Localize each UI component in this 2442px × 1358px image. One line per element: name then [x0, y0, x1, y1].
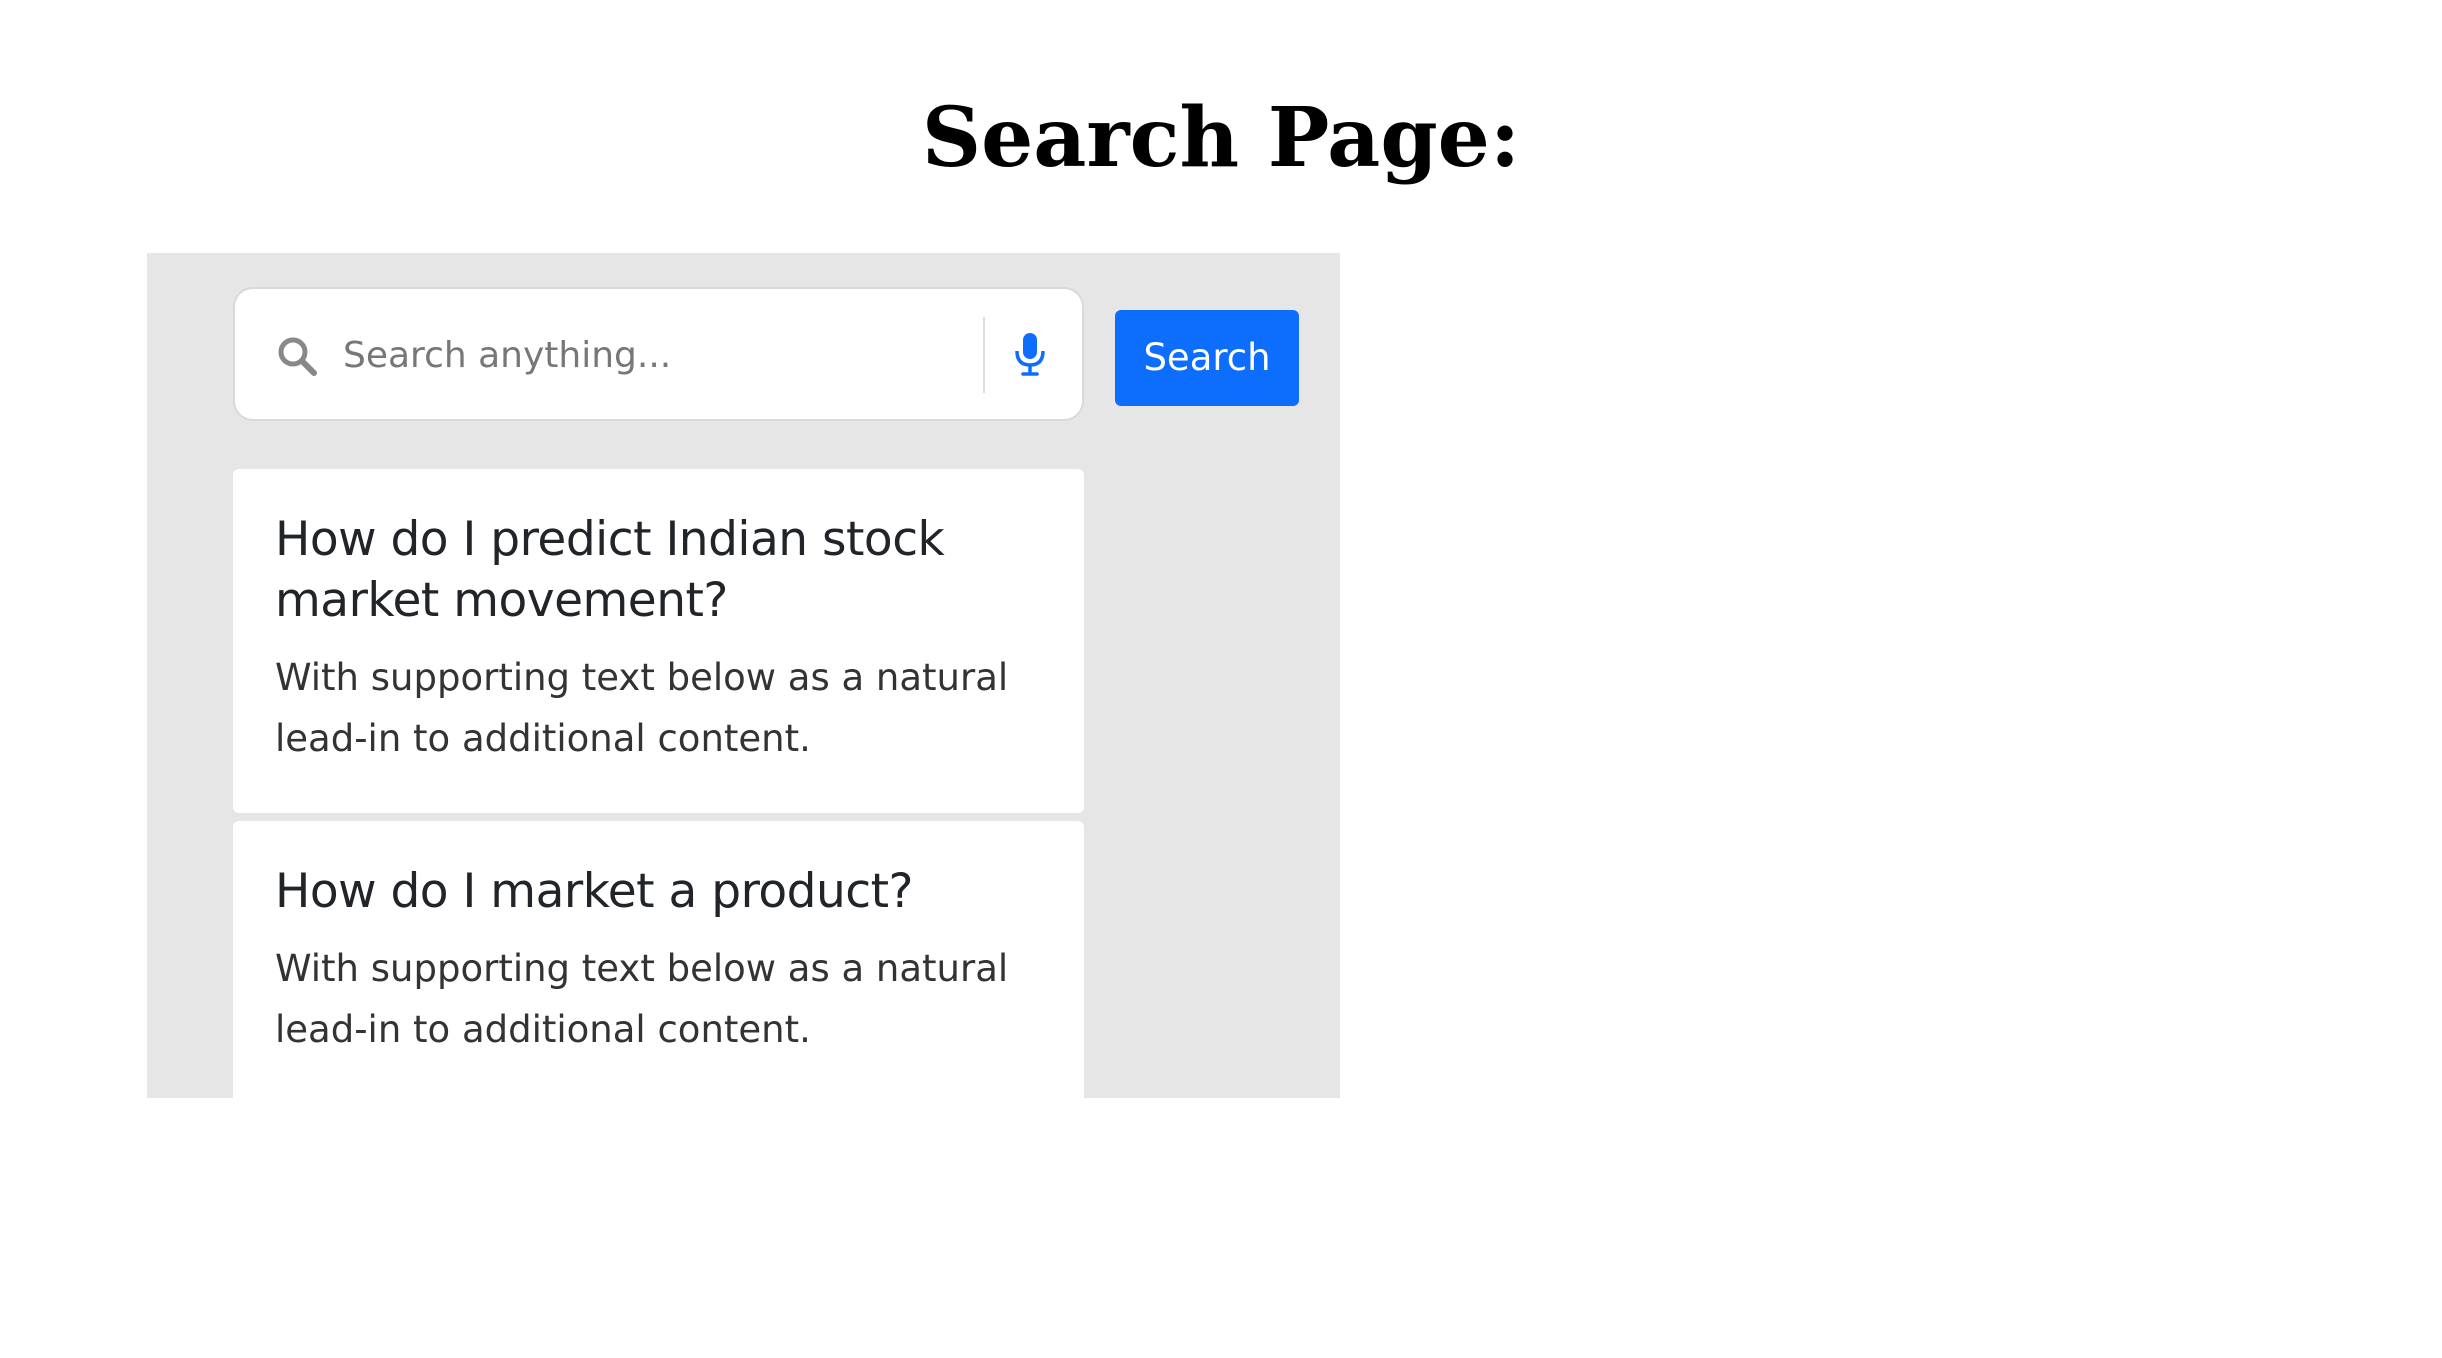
microphone-icon[interactable] [1013, 331, 1047, 377]
result-card[interactable]: How do I market a product? With supporti… [233, 821, 1084, 1098]
search-input[interactable] [343, 317, 963, 393]
search-divider [983, 317, 985, 393]
page-title: Search Page: [921, 90, 1521, 186]
search-app-screenshot: Search How do I predict Indian stock mar… [147, 253, 1340, 1098]
result-card[interactable]: How do I predict Indian stock market mov… [233, 469, 1084, 813]
search-icon [275, 334, 319, 378]
result-title[interactable]: How do I market a product? [275, 861, 1042, 922]
result-title[interactable]: How do I predict Indian stock market mov… [275, 509, 1042, 631]
result-text: With supporting text below as a natural … [275, 947, 1009, 1051]
result-text: With supporting text below as a natural … [275, 656, 1009, 760]
search-bar [233, 287, 1084, 421]
search-button[interactable]: Search [1115, 310, 1299, 406]
